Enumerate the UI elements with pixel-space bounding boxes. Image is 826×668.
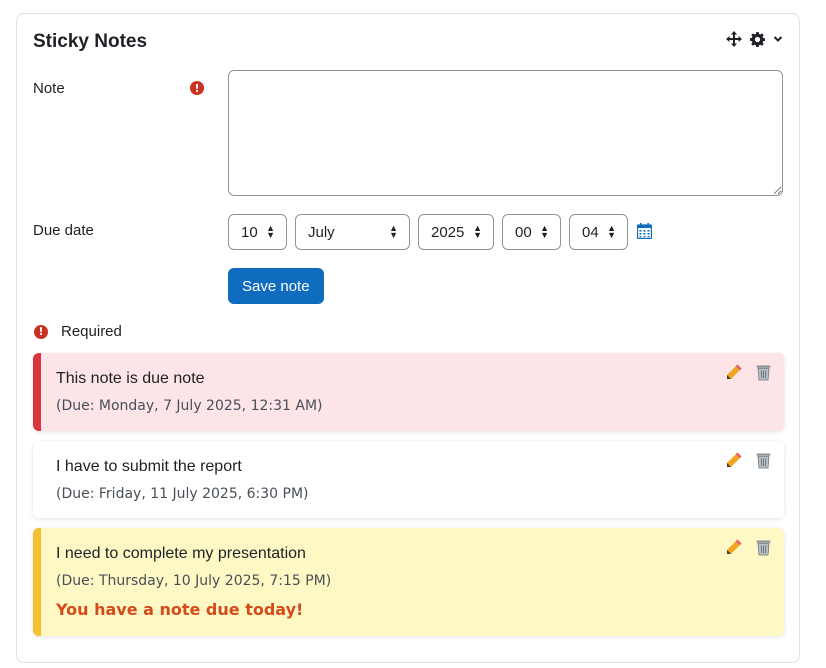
note-actions xyxy=(725,363,772,381)
block-controls xyxy=(726,31,783,47)
sort-caret-icon: ▲ ▼ xyxy=(266,223,275,240)
sort-caret-icon: ▲ ▼ xyxy=(607,223,616,240)
due-year-value: 2025 xyxy=(431,223,465,241)
due-date-label: Due date xyxy=(33,222,94,239)
note-text: I have to submit the report xyxy=(56,458,242,475)
gear-icon[interactable] xyxy=(750,31,765,47)
sort-caret-icon: ▲ ▼ xyxy=(540,223,549,240)
note-label: Note xyxy=(33,80,65,97)
note-text: This note is due note xyxy=(56,370,205,387)
trash-icon[interactable] xyxy=(755,363,772,381)
due-today-alert: You have a note due today! xyxy=(56,600,304,619)
required-legend: ! Required xyxy=(34,323,122,340)
required-icon: ! xyxy=(34,324,48,339)
note-card: I have to submit the report (Due: Friday… xyxy=(33,441,784,518)
edit-pencil-icon[interactable] xyxy=(725,451,743,469)
note-textarea[interactable] xyxy=(228,70,783,196)
note-due-date: (Due: Monday, 7 July 2025, 12:31 AM) xyxy=(56,398,323,414)
note-actions xyxy=(725,451,772,469)
note-text: I need to complete my presentation xyxy=(56,545,306,562)
due-month-select[interactable]: July ▲ ▼ xyxy=(295,214,410,250)
sort-caret-icon: ▲ ▼ xyxy=(473,223,482,240)
due-month-value: July xyxy=(308,223,335,241)
note-due-date: (Due: Thursday, 10 July 2025, 7:15 PM) xyxy=(56,573,332,589)
note-card-overdue: This note is due note (Due: Monday, 7 Ju… xyxy=(33,353,784,431)
trash-icon[interactable] xyxy=(755,538,772,556)
note-due-date: (Due: Friday, 11 July 2025, 6:30 PM) xyxy=(56,486,309,502)
required-text: Required xyxy=(61,323,122,340)
sticky-notes-block: Sticky Notes Note ! Due date 10 ▲ ▼ July … xyxy=(16,13,800,663)
required-icon: ! xyxy=(190,81,204,95)
move-icon[interactable] xyxy=(726,31,742,47)
calendar-icon[interactable] xyxy=(636,223,653,244)
note-actions xyxy=(725,538,772,556)
due-hour-select[interactable]: 00 ▲ ▼ xyxy=(502,214,561,250)
edit-pencil-icon[interactable] xyxy=(725,363,743,381)
due-day-value: 10 xyxy=(241,223,258,241)
trash-icon[interactable] xyxy=(755,451,772,469)
chevron-down-icon[interactable] xyxy=(773,35,783,43)
due-hour-value: 00 xyxy=(515,223,532,241)
due-year-select[interactable]: 2025 ▲ ▼ xyxy=(418,214,494,250)
sort-caret-icon: ▲ ▼ xyxy=(389,223,398,240)
due-minute-select[interactable]: 04 ▲ ▼ xyxy=(569,214,628,250)
save-note-button[interactable]: Save note xyxy=(228,268,324,304)
block-title: Sticky Notes xyxy=(33,31,148,52)
due-minute-value: 04 xyxy=(582,223,599,241)
due-day-select[interactable]: 10 ▲ ▼ xyxy=(228,214,287,250)
note-card-due-today: I need to complete my presentation (Due:… xyxy=(33,528,784,636)
edit-pencil-icon[interactable] xyxy=(725,538,743,556)
